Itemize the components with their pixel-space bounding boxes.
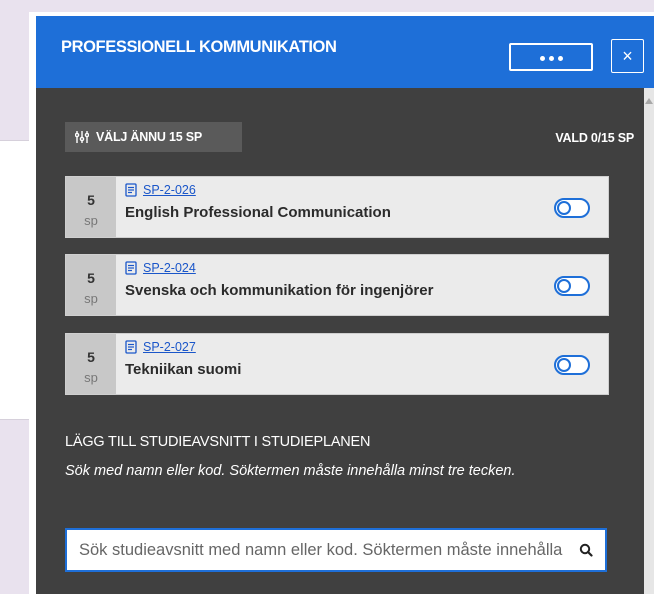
credits-value: 5 — [87, 270, 95, 286]
document-icon — [125, 340, 137, 354]
search-icon[interactable] — [579, 543, 593, 557]
credits-box: 5 sp — [66, 177, 116, 237]
course-select-toggle[interactable] — [554, 198, 590, 218]
credits-value: 5 — [87, 192, 95, 208]
add-section-title: LÄGG TILL STUDIEAVSNITT I STUDIEPLANEN — [65, 434, 371, 450]
panel-title: PROFESSIONELL KOMMUNIKATION — [61, 38, 337, 56]
course-name: Tekniikan suomi — [125, 361, 242, 378]
toggle-knob — [557, 201, 571, 215]
close-button[interactable]: × — [611, 39, 644, 73]
course-item: 5 sp SP-2-027 Tekniikan suomi — [65, 333, 609, 395]
add-section-hint: Sök med namn eller kod. Söktermen måste … — [65, 463, 516, 479]
course-panel: PROFESSIONELL KOMMUNIKATION × VÄLJ ÄNNU … — [29, 12, 654, 594]
more-icon-dot — [549, 56, 554, 61]
course-select-toggle[interactable] — [554, 355, 590, 375]
toggle-knob — [557, 279, 571, 293]
panel-body: VÄLJ ÄNNU 15 SP VALD 0/15 SP 5 sp SP-2-0… — [36, 88, 644, 594]
search-box — [65, 528, 607, 572]
course-name: English Professional Communication — [125, 204, 391, 221]
course-item: 5 sp SP-2-024 Svenska och kommunikation … — [65, 254, 609, 316]
search-input[interactable] — [67, 530, 563, 570]
toggle-knob — [557, 358, 571, 372]
more-icon-dot — [558, 56, 563, 61]
credits-box: 5 sp — [66, 255, 116, 315]
close-icon: × — [622, 46, 633, 66]
course-code-link[interactable]: SP-2-027 — [143, 340, 196, 354]
remaining-credits-badge: VÄLJ ÄNNU 15 SP — [65, 122, 242, 152]
course-code-link[interactable]: SP-2-024 — [143, 261, 196, 275]
credits-unit: sp — [84, 370, 98, 385]
document-icon — [125, 261, 137, 275]
background-card — [0, 140, 31, 420]
course-select-toggle[interactable] — [554, 276, 590, 296]
more-icon — [540, 56, 545, 61]
document-icon — [125, 183, 137, 197]
selected-credits-label: VALD 0/15 SP — [555, 131, 634, 145]
scroll-up-arrow-icon[interactable] — [645, 98, 653, 104]
credits-unit: sp — [84, 213, 98, 228]
credits-box: 5 sp — [66, 334, 116, 394]
course-item: 5 sp SP-2-026 English Professional Commu… — [65, 176, 609, 238]
course-name: Svenska och kommunikation för ingenjörer — [125, 282, 485, 299]
credits-unit: sp — [84, 291, 98, 306]
credits-value: 5 — [87, 349, 95, 365]
filter-icon — [75, 131, 89, 143]
scrollbar[interactable] — [644, 88, 654, 594]
panel-header: PROFESSIONELL KOMMUNIKATION × — [36, 16, 654, 88]
course-code-link[interactable]: SP-2-026 — [143, 183, 196, 197]
remaining-credits-label: VÄLJ ÄNNU 15 SP — [96, 130, 203, 144]
more-options-button[interactable] — [509, 43, 593, 71]
